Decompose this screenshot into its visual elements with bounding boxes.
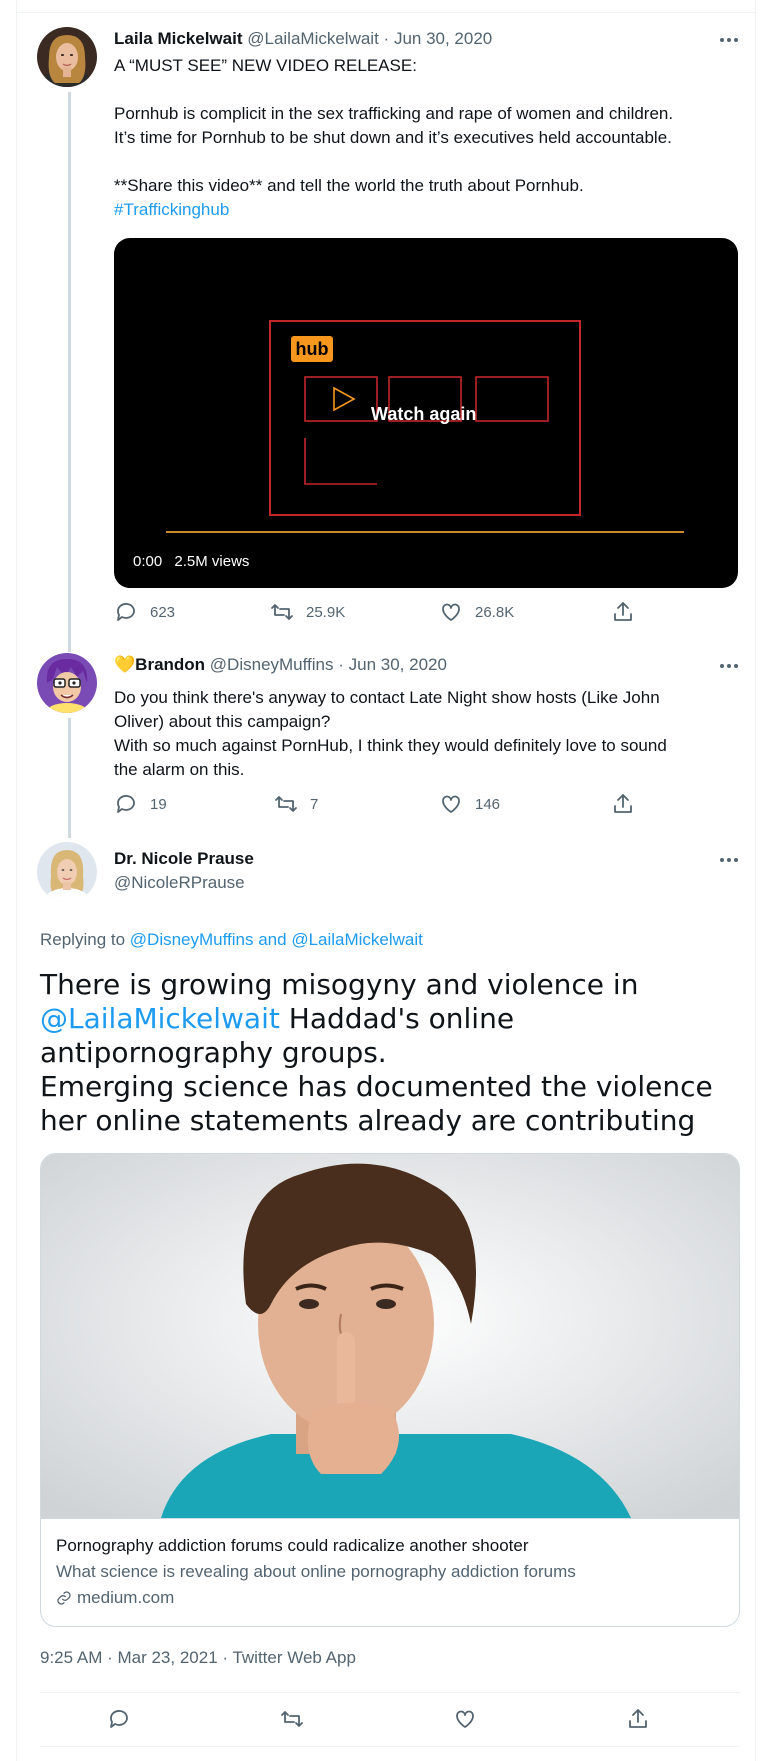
card-image [41, 1154, 739, 1518]
pornhub-logo: hub [291, 336, 333, 362]
avatar-nicole[interactable] [37, 842, 97, 902]
share-button[interactable] [611, 600, 635, 624]
reply-count: 19 [150, 795, 167, 813]
reply-button[interactable] [107, 1707, 131, 1731]
card-domain-text: medium.com [77, 1588, 175, 1607]
avatar-brandon[interactable] [37, 653, 97, 713]
replying-user-link[interactable]: @LailaMickelwait [291, 930, 423, 949]
reply-button[interactable]: 19 [114, 792, 167, 816]
video-views: 2.5M views [174, 553, 250, 570]
tweet1-line1: A “MUST SEE” NEW VIDEO RELEASE: [114, 56, 417, 75]
author-name[interactable]: Dr. Nicole Prause [114, 849, 254, 868]
tweet1-line3: **Share this video** and tell the world … [114, 176, 584, 195]
retweet-count: 25.9K [306, 603, 346, 621]
link-card[interactable]: Pornography addiction forums could radic… [40, 1153, 740, 1627]
timeline-column: Laila Mickelwait @LailaMickelwait · Jun … [16, 0, 756, 1761]
divider [40, 1692, 740, 1693]
tweet3-text-before: There is growing misogyny and violence i… [40, 968, 639, 1001]
tweet-date[interactable]: Jun 30, 2020 [394, 29, 492, 48]
author-handle[interactable]: @DisneyMuffins [210, 655, 334, 674]
like-count: 26.8K [475, 603, 515, 621]
retweet-button[interactable]: 25.9K [270, 600, 345, 624]
author-handle[interactable]: @LailaMickelwait [247, 29, 379, 48]
share-icon [629, 1709, 647, 1728]
tweet3-author-name: Dr. Nicole Prause [114, 849, 254, 869]
share-button[interactable] [626, 1707, 650, 1731]
tweet3-text: There is growing misogyny and violence i… [40, 968, 740, 1138]
share-icon [614, 602, 632, 621]
mention-link[interactable]: @LailaMickelwait [40, 1002, 280, 1035]
video-player[interactable]: hub Watch again 0:00 2.5M views [114, 238, 738, 588]
thread-line [68, 718, 71, 838]
replying-and: and [253, 930, 292, 949]
like-button[interactable] [453, 1707, 477, 1731]
tweet2-actions: 19 7 146 [114, 792, 744, 822]
retweet-icon [271, 604, 293, 620]
top-divider [17, 12, 755, 13]
like-button[interactable]: 26.8K [439, 600, 514, 624]
like-icon [442, 795, 460, 813]
share-button[interactable] [611, 792, 635, 816]
card-domain: medium.com [56, 1585, 726, 1611]
thread-line [68, 92, 71, 652]
tweet2-header: 💛Brandon @DisneyMuffins · Jun 30, 2020 [114, 655, 447, 674]
tweet1-actions: 623 25.9K 26.8K [114, 600, 744, 630]
retweet-button[interactable] [280, 1707, 304, 1731]
tweet-timestamp[interactable]: 9:25 AM · Mar 23, 2021 · Twitter Web App [40, 1648, 356, 1668]
replying-prefix: Replying to [40, 930, 130, 949]
tweet1-header: Laila Mickelwait @LailaMickelwait · Jun … [114, 29, 493, 48]
author-name[interactable]: Brandon [135, 655, 205, 674]
retweet-count: 7 [310, 795, 319, 813]
more-options-icon[interactable] [717, 656, 741, 676]
share-icon [614, 794, 632, 813]
replying-user-link[interactable]: @DisneyMuffins [130, 930, 254, 949]
tweet3-author-handle-row: @NicoleRPrause [114, 873, 245, 893]
heart-emoji: 💛 [114, 655, 136, 674]
card-title: Pornography addiction forums could radic… [56, 1536, 529, 1555]
like-button[interactable]: 146 [439, 792, 500, 816]
reply-icon [110, 1710, 128, 1728]
card-body: Pornography addiction forums could radic… [41, 1518, 739, 1626]
author-name[interactable]: Laila Mickelwait [114, 29, 243, 48]
author-handle[interactable]: @NicoleRPrause [114, 873, 245, 892]
tweet1-line2: Pornhub is complicit in the sex traffick… [114, 104, 674, 147]
tweet2-text: Do you think there's anyway to contact L… [114, 688, 667, 779]
link-icon [57, 1591, 71, 1605]
avatar-laila[interactable] [37, 27, 97, 87]
like-icon [456, 1710, 474, 1728]
card-description: What science is revealing about online p… [56, 1562, 576, 1581]
hashtag-link[interactable]: #Traffickinghub [114, 198, 229, 222]
replying-to: Replying to @DisneyMuffins and @LailaMic… [40, 930, 423, 950]
retweet-button[interactable]: 7 [274, 792, 318, 816]
more-options-icon[interactable] [717, 850, 741, 870]
reply-button[interactable]: 623 [114, 600, 175, 624]
video-time: 0:00 [133, 553, 163, 570]
divider [40, 1746, 740, 1747]
tweet3-actions [107, 1707, 707, 1737]
reply-count: 623 [150, 603, 176, 621]
more-options-icon[interactable] [717, 30, 741, 50]
reply-icon [117, 603, 135, 621]
watch-again-button[interactable]: Watch again [371, 404, 476, 425]
like-count: 146 [475, 795, 501, 813]
retweet-icon [281, 1711, 303, 1727]
tweet-date[interactable]: Jun 30, 2020 [349, 655, 447, 674]
like-icon [442, 603, 460, 621]
reply-icon [117, 795, 135, 813]
video-stats: 0:00 2.5M views [133, 553, 249, 570]
retweet-icon [275, 796, 297, 812]
